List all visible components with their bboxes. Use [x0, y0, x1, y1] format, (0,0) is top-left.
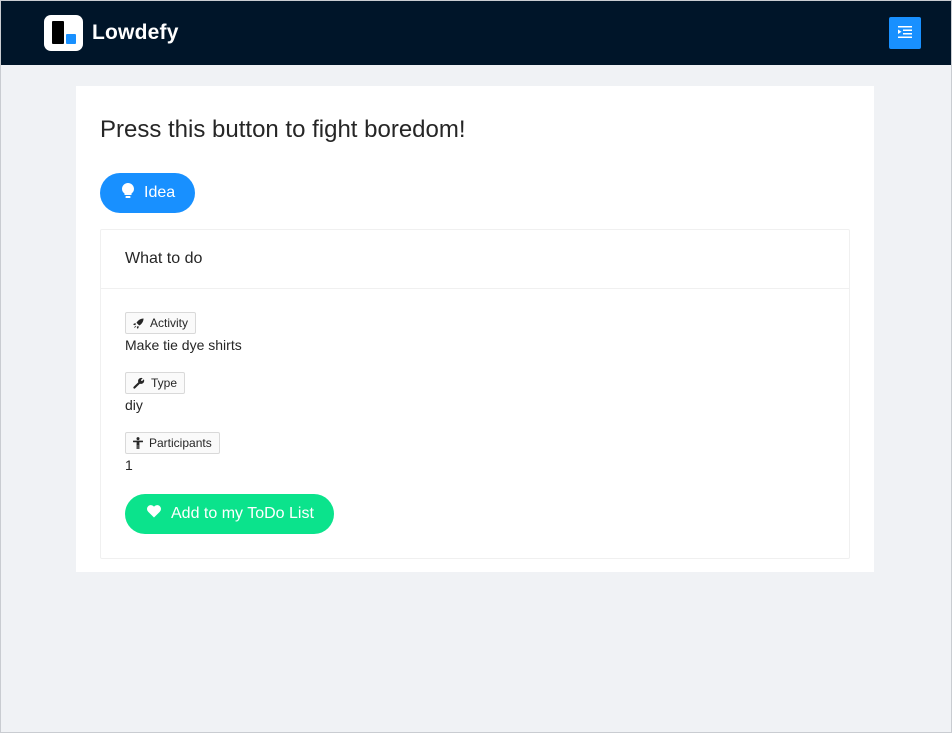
menu-fold-icon	[898, 25, 912, 41]
idea-button[interactable]: Idea	[100, 173, 196, 213]
rocket-icon	[133, 317, 144, 329]
card-title: What to do	[101, 230, 849, 289]
idea-button-label: Idea	[144, 184, 176, 201]
top-header: Lowdefy	[1, 1, 951, 65]
bulb-icon	[122, 183, 134, 203]
card-body: Activity Make tie dye shirts Type diy Pa…	[101, 289, 849, 558]
type-field: Type diy	[125, 372, 825, 416]
main-content: Press this button to fight boredom! Idea…	[76, 86, 874, 572]
activity-tag: Activity	[125, 312, 197, 334]
brand-logo-link[interactable]: Lowdefy	[44, 15, 179, 51]
participants-field: Participants 1	[125, 432, 825, 476]
lowdefy-logo-icon	[44, 15, 83, 51]
activity-label: Activity	[150, 316, 189, 330]
person-icon	[133, 437, 143, 449]
heart-icon	[147, 505, 161, 523]
participants-tag: Participants	[125, 432, 220, 454]
wrench-icon	[133, 377, 145, 389]
menu-toggle-button[interactable]	[889, 17, 921, 49]
activity-value: Make tie dye shirts	[125, 337, 242, 353]
participants-label: Participants	[149, 436, 212, 450]
brand-name: Lowdefy	[92, 21, 179, 44]
add-to-todo-label: Add to my ToDo List	[171, 505, 314, 522]
activity-field: Activity Make tie dye shirts	[125, 312, 825, 356]
what-to-do-card: What to do Activity Make tie dye shirts …	[100, 229, 850, 559]
app-window: Lowdefy Press this button to fight bored…	[0, 0, 952, 733]
participants-value: 1	[125, 457, 133, 473]
type-value: diy	[125, 397, 143, 413]
type-label: Type	[151, 376, 178, 390]
type-tag: Type	[125, 372, 186, 394]
add-to-todo-button[interactable]: Add to my ToDo List	[125, 494, 334, 534]
page-title: Press this button to fight boredom!	[100, 116, 466, 143]
